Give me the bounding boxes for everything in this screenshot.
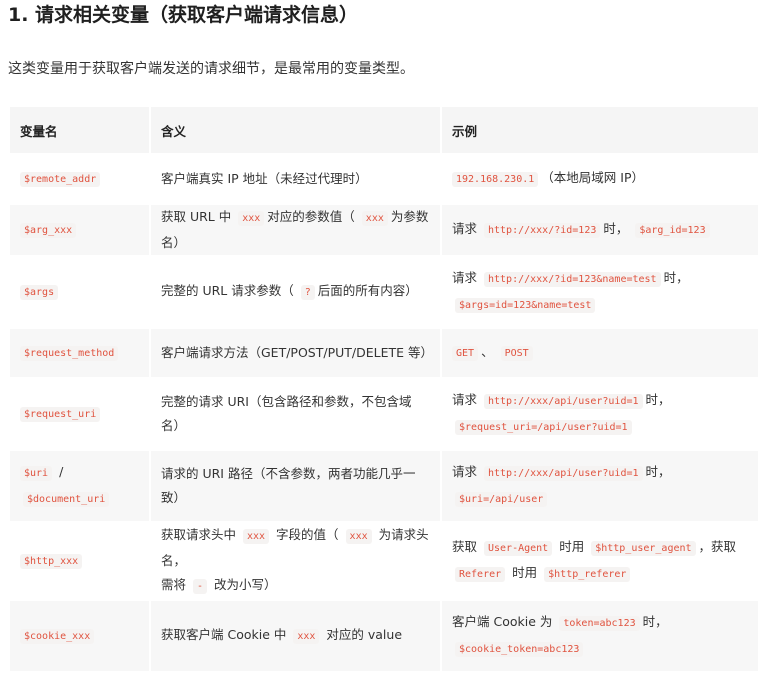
cell-meaning: 获取客户端 Cookie 中 xxx 对应的 value (151, 601, 440, 671)
header-meaning: 含义 (151, 107, 440, 153)
cell-meaning: 客户端请求方法（GET/POST/PUT/DELETE 等） (151, 329, 440, 377)
code-snippet: xxx (345, 529, 372, 544)
code-snippet: $cookie_token=abc123 (455, 642, 584, 657)
cell-variable: $uri / $document_uri (10, 451, 149, 521)
table-row: $args 完整的 URL 请求参数（ ? 后面的所有内容） 请求 http://… (10, 257, 758, 327)
document-page: 1. 请求相关变量（获取客户端请求信息） 这类变量用于获取客户端发送的请求细节，… (0, 0, 770, 689)
code-snippet: $http_user_agent (591, 541, 696, 556)
code-snippet: - (193, 579, 208, 594)
table-header-row: 变量名 含义 示例 (10, 107, 758, 153)
code-snippet: xxx (243, 529, 270, 544)
code-snippet: $arg_id=123 (635, 223, 710, 238)
code-snippet: $http_referer (544, 567, 631, 582)
code-snippet: 192.168.230.1 (452, 172, 539, 187)
cell-variable: $args (10, 257, 149, 327)
code-snippet: POST (500, 346, 533, 361)
code-snippet: $cookie_xxx (20, 629, 95, 644)
cell-example: 获取 User-Agent 时用 $http_user_agent ，获取 Refe… (442, 523, 758, 599)
cell-variable: $arg_xxx (10, 205, 149, 255)
cell-example: 请求 http://xxx/api/user?uid=1 时， $uri=/api… (442, 451, 758, 521)
table-row: $uri / $document_uri 请求的 URI 路径（不含参数，两者功能… (10, 451, 758, 521)
code-snippet: Referer (455, 567, 506, 582)
cell-example: 请求 http://xxx/api/user?uid=1 时， $request_u… (442, 379, 758, 449)
cell-example: GET、 POST (442, 329, 758, 377)
header-variable-name: 变量名 (10, 107, 149, 153)
cell-variable: $request_method (10, 329, 149, 377)
code-snippet: User-Agent (484, 541, 553, 556)
table-row: $request_uri 完整的请求 URI（包含路径和参数，不包含域名） 请求… (10, 379, 758, 449)
code-snippet: GET (452, 346, 479, 361)
code-snippet: xxx (293, 629, 320, 644)
code-snippet: http://xxx/api/user?uid=1 (484, 466, 643, 481)
code-snippet: xxx (361, 211, 388, 226)
cell-meaning: 请求的 URI 路径（不含参数，两者功能几乎一致） (151, 451, 440, 521)
code-snippet: http://xxx/api/user?uid=1 (484, 394, 643, 409)
cell-example: 192.168.230.1 （本地局域网 IP） (442, 155, 758, 203)
table-row: $cookie_xxx 获取客户端 Cookie 中 xxx 对应的 value… (10, 601, 758, 671)
table-row: $remote_addr 客户端真实 IP 地址（未经过代理时） 192.168… (10, 155, 758, 203)
variables-table: 变量名 含义 示例 $remote_addr 客户端真实 IP 地址（未经过代理… (8, 105, 760, 673)
code-snippet: xxx (238, 211, 265, 226)
cell-example: 请求 http://xxx/?id=123 时， $arg_id=123 (442, 205, 758, 255)
code-snippet: $arg_xxx (20, 223, 77, 238)
cell-meaning: 完整的 URL 请求参数（ ? 后面的所有内容） (151, 257, 440, 327)
code-snippet: $request_uri=/api/user?uid=1 (455, 420, 632, 435)
code-snippet: $request_method (20, 346, 119, 361)
table-row: $arg_xxx 获取 URL 中 xxx 对应的参数值（ xxx 为参数名） 请求… (10, 205, 758, 255)
cell-variable: $remote_addr (10, 155, 149, 203)
cell-example: 客户端 Cookie 为 token=abc123 时， $cookie_token… (442, 601, 758, 671)
cell-meaning: 获取请求头中 xxx 字段的值（ xxx 为请求头名， 需将 - 改为小写） (151, 523, 440, 599)
code-snippet: ? (300, 285, 315, 300)
cell-example: 请求 http://xxx/?id=123&name=test 时， $args=i… (442, 257, 758, 327)
table-row: $request_method 客户端请求方法（GET/POST/PUT/DEL… (10, 329, 758, 377)
code-snippet: $http_xxx (20, 554, 83, 569)
cell-variable: $cookie_xxx (10, 601, 149, 671)
header-example: 示例 (442, 107, 758, 153)
cell-meaning: 获取 URL 中 xxx 对应的参数值（ xxx 为参数名） (151, 205, 440, 255)
cell-variable: $request_uri (10, 379, 149, 449)
cell-variable: $http_xxx (10, 523, 149, 599)
code-snippet: $request_uri (20, 407, 101, 422)
intro-paragraph: 这类变量用于获取客户端发送的请求细节，是最常用的变量类型。 (8, 61, 414, 77)
table-row: $http_xxx 获取请求头中 xxx 字段的值（ xxx 为请求头名， 需将 … (10, 523, 758, 599)
code-snippet: $remote_addr (20, 172, 101, 187)
code-snippet: $args (20, 285, 59, 300)
code-snippet: $args=id=123&name=test (455, 298, 596, 313)
code-snippet: http://xxx/?id=123 (484, 223, 601, 238)
code-snippet: $uri=/api/user (455, 492, 548, 507)
cell-meaning: 客户端真实 IP 地址（未经过代理时） (151, 155, 440, 203)
code-snippet: http://xxx/?id=123&name=test (484, 272, 661, 287)
cell-meaning: 完整的请求 URI（包含路径和参数，不包含域名） (151, 379, 440, 449)
code-snippet: $uri (20, 466, 53, 481)
code-snippet: $document_uri (23, 492, 110, 507)
code-snippet: token=abc123 (559, 616, 640, 631)
section-heading: 1. 请求相关变量（获取客户端请求信息） (8, 4, 359, 26)
